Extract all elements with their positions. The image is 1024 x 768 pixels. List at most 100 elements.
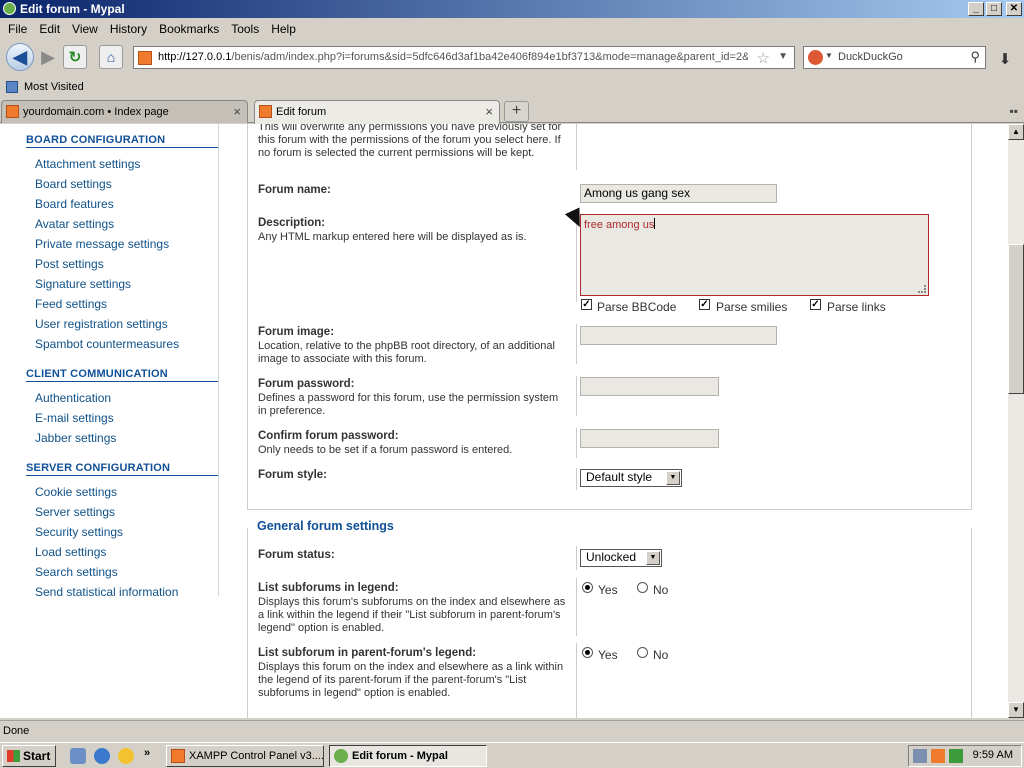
list-in-parent-no-radio[interactable]	[637, 647, 648, 658]
show-desktop-icon[interactable]	[70, 748, 86, 764]
sidebar-item-search-settings[interactable]: Search settings	[26, 562, 218, 582]
close-tab-icon[interactable]: ×	[233, 104, 241, 119]
tab-strip: yourdomain.com • Index page × Edit forum…	[0, 99, 1024, 124]
forum-status-select[interactable]: Unlocked ▼	[580, 549, 662, 567]
start-label: Start	[23, 749, 51, 763]
back-arrow-icon[interactable]: ◀	[6, 43, 34, 71]
confirm-password-input[interactable]	[580, 429, 719, 448]
forum-password-input[interactable]	[580, 377, 719, 396]
forum-name-input[interactable]: Among us gang sex	[580, 184, 777, 203]
network-tray-icon[interactable]	[913, 749, 927, 763]
mypal-app-icon	[3, 2, 16, 15]
security-tray-icon[interactable]	[949, 749, 963, 763]
search-placeholder: DuckDuckGo	[838, 51, 903, 63]
new-tab-button[interactable]: +	[504, 101, 529, 122]
quicklaunch-more-icon[interactable]: »	[144, 747, 150, 759]
download-arrow-icon[interactable]: ⬇	[993, 47, 1017, 71]
sidebar-item-spambot-countermeasures[interactable]: Spambot countermeasures	[26, 334, 218, 354]
menu-view[interactable]: View	[66, 22, 104, 36]
close-tab-icon[interactable]: ×	[485, 104, 493, 119]
home-icon[interactable]: ⌂	[99, 45, 123, 69]
list-all-tabs-icon[interactable]: ▪▪	[1009, 104, 1018, 118]
reload-icon[interactable]: ↻	[63, 45, 87, 69]
sidebar-item-security-settings[interactable]: Security settings	[26, 522, 218, 542]
menu-help[interactable]: Help	[265, 22, 302, 36]
url-text[interactable]: http://127.0.0.1/benis/adm/index.php?i=f…	[158, 51, 748, 63]
list-subforums-no-radio[interactable]	[637, 582, 648, 593]
parse-links-label: Parse links	[827, 300, 886, 314]
field-divider	[576, 643, 577, 718]
list-subforums-hint: Displays this forum's subforums on the i…	[258, 596, 566, 634]
sidebar-item-send-statistical-information[interactable]: Send statistical information	[26, 582, 218, 602]
menu-tools[interactable]: Tools	[225, 22, 265, 36]
resize-grip-icon[interactable]	[918, 285, 926, 293]
sidebar-item-signature-settings[interactable]: Signature settings	[26, 274, 218, 294]
mypal-quicklaunch-icon[interactable]	[118, 748, 134, 764]
acp-sidebar: BOARD CONFIGURATION Attachment settings …	[0, 124, 232, 718]
most-visited-bookmark[interactable]: Most Visited	[24, 81, 84, 93]
sidebar-item-authentication[interactable]: Authentication	[26, 388, 218, 408]
scroll-up-icon[interactable]: ▲	[1008, 124, 1024, 140]
sidebar-item-email-settings[interactable]: E-mail settings	[26, 408, 218, 428]
status-text: Done	[3, 725, 30, 737]
description-text: free among us	[584, 219, 655, 231]
taskbar-xampp-button[interactable]: XAMPP Control Panel v3....	[166, 745, 324, 767]
parse-smilies-label: Parse smilies	[716, 300, 788, 314]
sidebar-item-board-settings[interactable]: Board settings	[26, 174, 218, 194]
description-textarea[interactable]: free among us	[580, 214, 929, 296]
tab-favicon-icon	[6, 105, 19, 118]
tab-label: yourdomain.com • Index page	[23, 106, 169, 118]
section-header: SERVER CONFIGURATION	[26, 462, 218, 476]
sidebar-item-load-settings[interactable]: Load settings	[26, 542, 218, 562]
sidebar-item-user-registration-settings[interactable]: User registration settings	[26, 314, 218, 334]
list-in-parent-hint: Displays this forum on the index and els…	[258, 661, 564, 699]
search-bar[interactable]: ▼ DuckDuckGo ⚲	[803, 46, 986, 69]
sidebar-item-server-settings[interactable]: Server settings	[26, 502, 218, 522]
tab-index-page[interactable]: yourdomain.com • Index page ×	[1, 100, 248, 123]
forum-image-input[interactable]	[580, 326, 777, 345]
tab-edit-forum[interactable]: Edit forum ×	[254, 100, 500, 124]
url-bar[interactable]: http://127.0.0.1/benis/adm/index.php?i=f…	[133, 46, 795, 69]
menu-history[interactable]: History	[104, 22, 153, 36]
parse-smilies-checkbox[interactable]: ✓	[699, 299, 710, 310]
minimize-button[interactable]: _	[968, 2, 984, 16]
menu-file[interactable]: File	[2, 22, 33, 36]
sidebar-item-private-message-settings[interactable]: Private message settings	[26, 234, 218, 254]
parse-links-checkbox[interactable]: ✓	[810, 299, 821, 310]
scroll-down-icon[interactable]: ▼	[1008, 702, 1024, 718]
list-subforums-yes-radio[interactable]	[582, 582, 593, 593]
section-header: BOARD CONFIGURATION	[26, 134, 218, 148]
taskbar-mypal-button[interactable]: Edit forum - Mypal	[329, 745, 487, 767]
sidebar-item-feed-settings[interactable]: Feed settings	[26, 294, 218, 314]
xampp-tray-icon[interactable]	[931, 749, 945, 763]
sidebar-item-avatar-settings[interactable]: Avatar settings	[26, 214, 218, 234]
url-dropdown-icon[interactable]: ▼	[778, 51, 788, 62]
list-in-parent-yes-radio[interactable]	[582, 647, 593, 658]
menu-bookmarks[interactable]: Bookmarks	[153, 22, 225, 36]
close-window-button[interactable]: ✕	[1006, 2, 1022, 16]
status-bar: Done	[0, 720, 1024, 742]
sidebar-item-cookie-settings[interactable]: Cookie settings	[26, 482, 218, 502]
sidebar-divider	[218, 124, 219, 596]
forward-arrow-icon[interactable]: ▶	[36, 45, 60, 69]
sidebar-item-attachment-settings[interactable]: Attachment settings	[26, 154, 218, 174]
magnifier-icon[interactable]: ⚲	[970, 49, 980, 65]
start-button[interactable]: Start	[2, 745, 56, 767]
maximize-button[interactable]: □	[986, 2, 1002, 16]
engine-dropdown-icon[interactable]: ▼	[825, 51, 833, 60]
scroll-thumb[interactable]	[1008, 244, 1024, 394]
menu-edit[interactable]: Edit	[33, 22, 66, 36]
list-in-parent-label: List subforum in parent-forum's legend:	[258, 647, 477, 659]
internet-explorer-icon[interactable]	[94, 748, 110, 764]
forum-style-select[interactable]: Default style ▼	[580, 469, 682, 487]
sidebar-item-jabber-settings[interactable]: Jabber settings	[26, 428, 218, 448]
parse-bbcode-checkbox[interactable]: ✓	[581, 299, 592, 310]
bookmark-star-icon[interactable]: ☆	[757, 49, 770, 67]
chevron-down-icon[interactable]: ▼	[666, 471, 680, 485]
sidebar-item-board-features[interactable]: Board features	[26, 194, 218, 214]
chevron-down-icon[interactable]: ▼	[646, 551, 660, 565]
vertical-scrollbar[interactable]: ▲ ▼	[1008, 124, 1024, 718]
sidebar-item-post-settings[interactable]: Post settings	[26, 254, 218, 274]
forum-status-label: Forum status:	[258, 549, 335, 561]
duckduckgo-icon[interactable]	[808, 50, 823, 65]
